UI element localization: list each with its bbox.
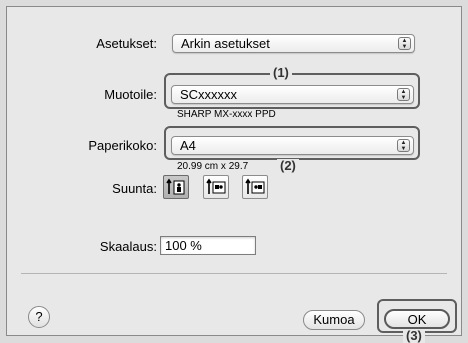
scale-label: Skaalaus: <box>99 239 157 254</box>
divider <box>21 273 447 274</box>
settings-value: Arkin asetukset <box>181 36 270 51</box>
paper-size-label: Paperikoko: <box>88 138 157 153</box>
format-value: SCxxxxxx <box>180 87 238 102</box>
page-setup-dialog: Asetukset: Arkin asetukset ▲ ▼ Muotoile: … <box>6 6 462 343</box>
format-label: Muotoile: <box>104 87 157 102</box>
cancel-button[interactable]: Kumoa <box>303 310 365 330</box>
settings-popup[interactable]: Arkin asetukset ▲ ▼ <box>172 34 415 53</box>
scale-input[interactable]: 100 % <box>160 236 256 255</box>
callout-3-number: (3) <box>403 329 425 343</box>
paper-size-value: A4 <box>180 138 196 153</box>
reverse-landscape-icon <box>245 178 265 194</box>
portrait-icon <box>166 178 185 195</box>
orientation-label: Suunta: <box>112 181 157 196</box>
settings-label: Asetukset: <box>96 36 157 51</box>
paper-dimensions: 20.99 cm x 29.7 <box>177 161 249 172</box>
paper-size-popup[interactable]: A4 ▲ ▼ <box>171 136 414 155</box>
up-down-arrows-icon: ▲ ▼ <box>397 139 410 152</box>
format-description: SHARP MX-xxxx PPD <box>177 109 276 120</box>
callout-2-number: (2) <box>277 159 299 173</box>
help-button[interactable]: ? <box>28 306 50 328</box>
orientation-portrait-button[interactable] <box>163 175 189 199</box>
orientation-landscape-button[interactable] <box>203 175 229 199</box>
up-down-arrows-icon: ▲ ▼ <box>398 37 411 50</box>
callout-1-number: (1) <box>270 66 292 80</box>
landscape-icon <box>206 178 226 194</box>
orientation-reverse-landscape-button[interactable] <box>242 175 268 199</box>
format-popup[interactable]: SCxxxxxx ▲ ▼ <box>171 85 414 104</box>
ok-button[interactable]: OK <box>384 309 450 329</box>
up-down-arrows-icon: ▲ ▼ <box>397 88 410 101</box>
